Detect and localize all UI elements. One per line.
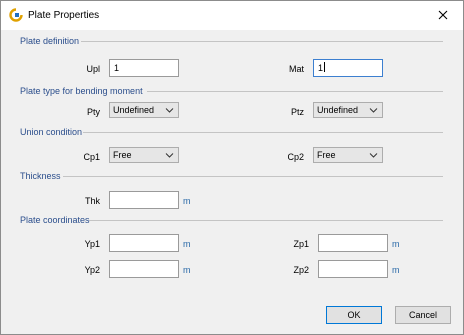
close-icon <box>438 10 448 20</box>
ok-button[interactable]: OK <box>326 306 382 324</box>
app-logo-icon <box>9 8 23 22</box>
plate-properties-dialog: Plate Properties Plate definition Upl 1 … <box>0 0 464 335</box>
divider <box>83 132 443 133</box>
yp1-input[interactable] <box>109 234 179 252</box>
section-plate-type: Plate type for bending moment <box>20 86 143 96</box>
zp1-input[interactable] <box>318 234 388 252</box>
window-title: Plate Properties <box>28 10 100 21</box>
text-caret <box>324 62 326 72</box>
pty-select[interactable]: Undefined <box>109 102 179 118</box>
mat-value: 1 <box>318 63 324 73</box>
thk-label: Thk <box>84 196 100 206</box>
zp1-label: Zp1 <box>293 239 309 249</box>
yp1-unit: m <box>183 239 191 249</box>
zp2-unit: m <box>392 265 400 275</box>
zp2-label: Zp2 <box>293 265 309 275</box>
yp2-input[interactable] <box>109 260 179 278</box>
ptz-value: Undefined <box>317 105 359 115</box>
section-union-condition: Union condition <box>20 127 83 137</box>
chevron-down-icon <box>165 108 174 113</box>
title-bar: Plate Properties <box>1 1 463 30</box>
section-thickness: Thickness <box>20 171 61 181</box>
mat-label: Mat <box>288 64 304 74</box>
pty-value: Undefined <box>113 105 155 115</box>
cp1-select[interactable]: Free <box>109 147 179 163</box>
cancel-button[interactable]: Cancel <box>395 306 451 324</box>
cp1-value: Free <box>113 150 132 160</box>
thk-input[interactable] <box>109 191 179 209</box>
cp2-select[interactable]: Free <box>313 147 383 163</box>
ptz-select[interactable]: Undefined <box>313 102 383 118</box>
close-button[interactable] <box>429 4 457 26</box>
thk-unit: m <box>183 196 191 206</box>
mat-input[interactable]: 1 <box>313 59 383 77</box>
zp2-input[interactable] <box>318 260 388 278</box>
zp1-unit: m <box>392 239 400 249</box>
upl-input[interactable]: 1 <box>109 59 179 77</box>
yp2-unit: m <box>183 265 191 275</box>
chevron-down-icon <box>369 108 378 113</box>
ptz-label: Ptz <box>290 107 304 117</box>
divider <box>89 220 443 221</box>
chevron-down-icon <box>165 153 174 158</box>
divider <box>81 41 443 42</box>
cp2-value: Free <box>317 150 336 160</box>
chevron-down-icon <box>369 153 378 158</box>
yp1-label: Yp1 <box>84 239 100 249</box>
section-plate-coordinates: Plate coordinates <box>20 215 90 225</box>
divider <box>63 176 443 177</box>
cp2-label: Cp2 <box>287 152 304 162</box>
cp1-label: Cp1 <box>83 152 100 162</box>
yp2-label: Yp2 <box>84 265 100 275</box>
section-plate-definition: Plate definition <box>20 36 80 46</box>
pty-label: Pty <box>86 107 100 117</box>
divider <box>147 91 443 92</box>
upl-label: Upl <box>86 64 100 74</box>
